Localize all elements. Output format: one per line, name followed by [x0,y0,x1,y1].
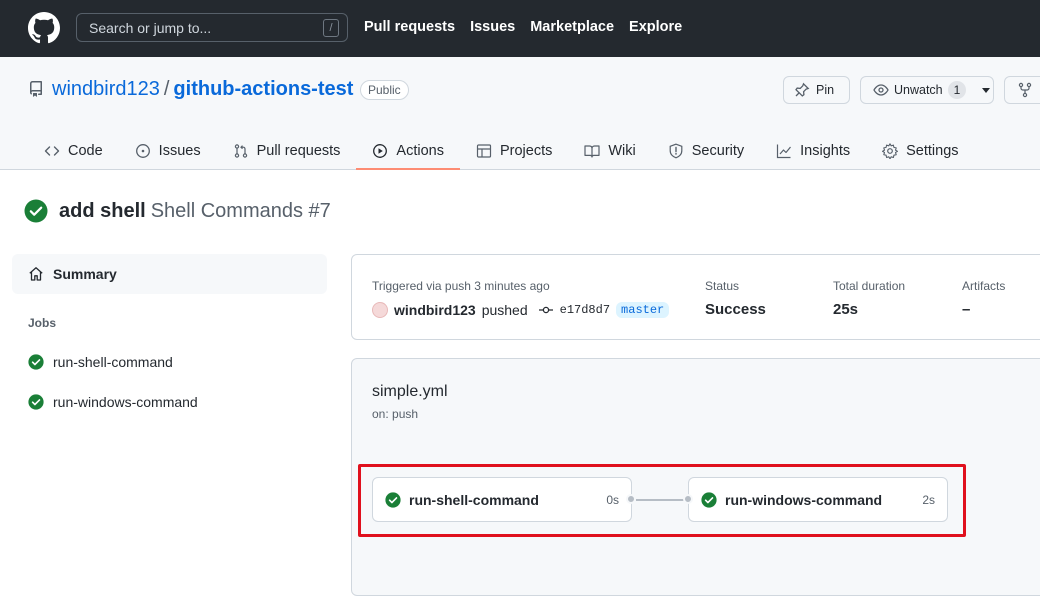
sidebar-job-run-windows-command[interactable]: run-windows-command [28,394,198,410]
sidebar-job-label: run-shell-command [53,354,173,370]
repo-icon [30,81,42,97]
tab-actions[interactable]: Actions [356,131,460,170]
run-title: add shell Shell Commands #7 [24,199,331,223]
home-icon [29,267,43,281]
eye-icon [873,84,889,96]
check-circle-fill-icon [28,354,44,370]
check-circle-fill-icon [28,394,44,410]
shield-icon [669,143,683,158]
tab-settings-label: Settings [906,142,959,159]
book-icon [584,144,600,158]
play-icon [373,143,388,158]
fork-button[interactable] [1004,76,1040,104]
nav-marketplace[interactable]: Marketplace [530,19,614,35]
nav-explore[interactable]: Explore [629,19,682,35]
commit-sha-link[interactable]: e17d8d7 [560,303,610,317]
artifacts-value: – [962,301,971,318]
check-circle-fill-icon [24,199,48,223]
tab-pull-requests[interactable]: Pull requests [217,131,357,170]
repo-separator: / [163,78,170,100]
tab-wiki[interactable]: Wiki [568,131,651,170]
summary-label: Summary [53,266,117,282]
tab-projects[interactable]: Projects [460,131,568,170]
status-value: Success [705,301,766,318]
actor-link[interactable]: windbird123 [394,302,476,318]
tab-insights[interactable]: Insights [760,131,866,170]
duration-label: Total duration [833,279,906,293]
jobs-heading: Jobs [28,316,57,330]
tab-security[interactable]: Security [652,131,760,170]
sidebar-job-run-shell-command[interactable]: run-shell-command [28,354,173,370]
unwatch-button[interactable]: Unwatch 1 [860,76,994,104]
repo-title: windbird123/github-actions-test [52,78,353,101]
tab-issues[interactable]: Issues [119,131,217,170]
pin-label: Pin [816,83,835,97]
watch-count: 1 [947,81,967,99]
tab-projects-label: Projects [499,142,553,159]
duration-value: 25s [833,301,859,318]
sidebar-job-label: run-windows-command [53,394,198,410]
tab-actions-label: Actions [396,142,444,159]
tab-code-label: Code [68,142,103,159]
status-label: Status [705,279,740,293]
workflow-file-name: simple.yml [372,383,448,400]
global-nav: Pull requests Issues Marketplace Explore [364,19,682,35]
tab-wiki-label: Wiki [608,142,636,159]
top-header: Search or jump to... / Pull requests Iss… [0,0,1040,57]
nav-issues[interactable]: Issues [470,19,515,35]
tab-code[interactable]: Code [28,131,119,170]
highlight-annotation-box [358,464,966,537]
tab-security-label: Security [691,142,745,159]
repo-owner-link[interactable]: windbird123 [52,78,160,100]
table-icon [476,143,492,158]
github-logo-icon[interactable] [28,12,60,44]
run-commit-message: add shell [59,199,146,222]
run-summary-card: Triggered via push 3 minutes ago windbir… [351,254,1040,340]
pin-icon [795,82,810,97]
fork-icon [1018,82,1032,98]
pull-request-icon [234,143,247,158]
tab-settings[interactable]: Settings [866,131,974,170]
code-icon [44,145,60,156]
chevron-down-icon [982,88,991,93]
search-shortcut-key: / [323,19,339,37]
nav-pull-requests[interactable]: Pull requests [364,19,455,35]
commit-icon [538,306,553,314]
artifacts-label: Artifacts [962,279,1006,293]
gear-icon [882,142,899,159]
tab-pull-requests-label: Pull requests [256,142,341,159]
branch-badge[interactable]: master [616,302,670,318]
pin-button[interactable]: Pin [783,76,850,104]
issue-icon [135,143,150,158]
sidebar-item-summary[interactable]: Summary [12,254,327,294]
push-action: pushed [481,302,528,318]
search-input[interactable]: Search or jump to... / [76,13,348,42]
trigger-text: Triggered via push 3 minutes ago [372,279,550,293]
repo-header: windbird123/github-actions-test Public P… [0,57,1040,170]
run-workflow-number: Shell Commands #7 [150,199,331,222]
push-info: windbird123 pushed e17d8d7 master [372,302,670,318]
visibility-badge: Public [360,80,409,100]
search-placeholder: Search or jump to... [89,20,212,36]
avatar[interactable] [372,302,388,318]
workflow-trigger: on: push [372,407,419,421]
graph-icon [777,144,792,158]
tab-insights-label: Insights [800,142,851,159]
repo-name-link[interactable]: github-actions-test [173,78,353,100]
repo-tabs: Code Issues Pull requests Actions Projec… [28,131,975,170]
tab-issues-label: Issues [158,142,201,159]
unwatch-label: Unwatch [894,83,943,97]
